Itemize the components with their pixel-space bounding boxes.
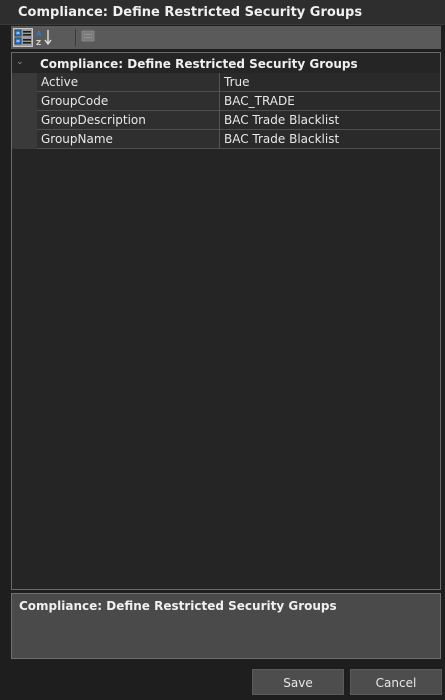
- property-value-cell[interactable]: BAC Trade Blacklist: [220, 111, 440, 129]
- property-row-groupcode[interactable]: GroupCode BAC_TRADE: [37, 92, 440, 111]
- property-name-cell[interactable]: GroupDescription: [37, 111, 220, 129]
- property-row-groupdescription[interactable]: GroupDescription BAC Trade Blacklist: [37, 111, 440, 130]
- save-button[interactable]: Save: [252, 669, 344, 695]
- description-panel: Compliance: Define Restricted Security G…: [11, 593, 441, 659]
- property-value-cell[interactable]: BAC_TRADE: [220, 92, 440, 110]
- property-name-cell[interactable]: Active: [37, 73, 220, 91]
- property-pages-icon: [81, 30, 95, 42]
- alphabetical-sort-button[interactable]: A Z: [35, 28, 55, 47]
- description-title: Compliance: Define Restricted Security G…: [19, 599, 337, 613]
- property-value: BAC Trade Blacklist: [224, 113, 340, 127]
- category-gutter: [12, 73, 37, 149]
- property-value: BAC Trade Blacklist: [224, 132, 340, 146]
- property-name: Active: [41, 75, 79, 89]
- property-value: BAC_TRADE: [224, 94, 295, 108]
- cancel-button[interactable]: Cancel: [350, 669, 442, 695]
- property-value-cell[interactable]: True: [220, 73, 440, 91]
- property-editor-window: Compliance: Define Restricted Security G…: [0, 0, 445, 700]
- property-name-cell[interactable]: GroupName: [37, 130, 220, 148]
- collapse-chevron-icon[interactable]: ⌄: [16, 57, 24, 67]
- property-grid: ⌄ Compliance: Define Restricted Security…: [11, 52, 441, 590]
- category-row[interactable]: ⌄ Compliance: Define Restricted Security…: [12, 55, 440, 73]
- property-name: GroupName: [41, 132, 113, 146]
- property-row-groupname[interactable]: GroupName BAC Trade Blacklist: [37, 130, 440, 149]
- property-value: True: [224, 75, 250, 89]
- category-label: Compliance: Define Restricted Security G…: [40, 57, 358, 71]
- svg-text:A: A: [36, 30, 42, 38]
- categorized-view-button[interactable]: [13, 28, 33, 47]
- property-value-cell[interactable]: BAC Trade Blacklist: [220, 130, 440, 148]
- property-name-cell[interactable]: GroupCode: [37, 92, 220, 110]
- property-name: GroupDescription: [41, 113, 146, 127]
- property-grid-toolbar: A Z: [11, 26, 441, 49]
- window-title: Compliance: Define Restricted Security G…: [18, 5, 363, 20]
- categorized-view-icon: [14, 29, 31, 45]
- title-bar: Compliance: Define Restricted Security G…: [0, 0, 445, 25]
- property-pages-button[interactable]: [79, 28, 99, 47]
- toolbar-separator: [75, 29, 76, 46]
- svg-text:Z: Z: [36, 39, 41, 47]
- alphabetical-sort-icon: A Z: [36, 30, 52, 47]
- property-row-active[interactable]: Active True: [37, 73, 440, 92]
- property-name: GroupCode: [41, 94, 109, 108]
